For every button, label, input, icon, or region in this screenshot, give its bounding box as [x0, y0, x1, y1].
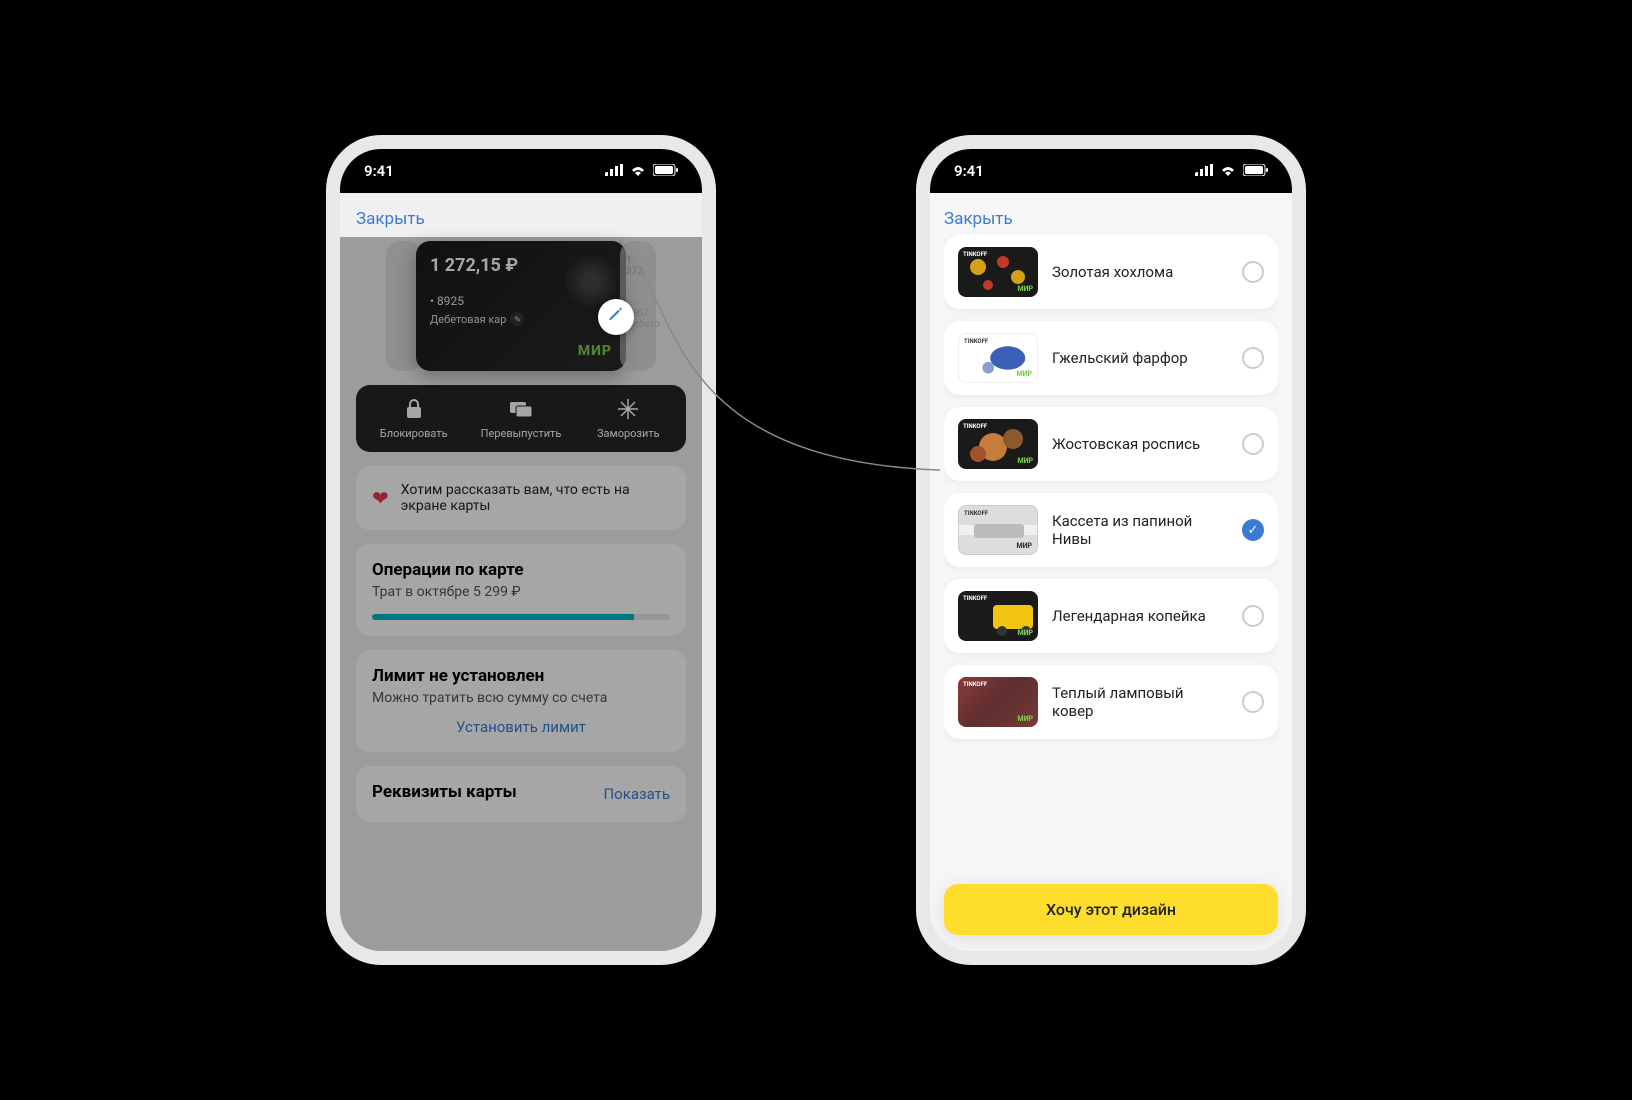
design-label: Золотая хохлома	[1052, 263, 1228, 281]
design-label: Жостовская роспись	[1052, 435, 1228, 453]
radio-unselected-icon[interactable]	[1242, 261, 1264, 283]
spend-progress	[372, 614, 670, 620]
freeze-button[interactable]: Заморозить	[575, 399, 682, 440]
card-detail-screen: Закрыть 1 272,15 ₽ • 8925 Дебетовая кар …	[340, 193, 702, 951]
phone-left: 9:41 Закрыть 1 272,15 ₽ • 8925 Дебетовая	[326, 135, 716, 965]
reissue-label: Перевыпустить	[481, 427, 562, 440]
edit-name-icon[interactable]: ✎	[510, 312, 524, 326]
radio-unselected-icon[interactable]	[1242, 691, 1264, 713]
block-button[interactable]: Блокировать	[360, 399, 467, 440]
details-title: Реквизиты карты	[372, 782, 517, 802]
status-time: 9:41	[954, 162, 984, 180]
radio-selected-icon[interactable]: ✓	[1242, 519, 1264, 541]
heart-icon: ❤	[372, 486, 389, 510]
design-label: Легендарная копейка	[1052, 607, 1228, 625]
set-limit-button[interactable]: Установить лимит	[372, 718, 670, 736]
notch	[431, 149, 611, 179]
design-option-carpet[interactable]: TINKOFFМИР Теплый ламповый ковер	[944, 665, 1278, 739]
card-carousel[interactable]: 1 272,15 ₽ • 8925 Дебетовая кар ✎ МИР 1 …	[356, 241, 686, 371]
design-thumb-icon: TINKOFFМИР	[958, 419, 1038, 469]
freeze-label: Заморозить	[597, 427, 660, 440]
change-design-button[interactable]	[598, 299, 634, 335]
design-option-zhostovo[interactable]: TINKOFFМИР Жостовская роспись	[944, 407, 1278, 481]
design-option-kopeyka[interactable]: TINKOFFМИР Легендарная копейка	[944, 579, 1278, 653]
status-icons	[1195, 162, 1268, 180]
card-details-row: Реквизиты карты Показать	[356, 766, 686, 822]
bank-card[interactable]: 1 272,15 ₽ • 8925 Дебетовая кар ✎ МИР	[416, 241, 626, 371]
design-thumb-icon: TINKOFFМИР	[958, 505, 1038, 555]
design-thumb-icon: TINKOFFМИР	[958, 333, 1038, 383]
design-option-khokhloma[interactable]: TINKOFFМИР Золотая хохлома	[944, 235, 1278, 309]
operations-title: Операции по карте	[372, 560, 670, 580]
radio-unselected-icon[interactable]	[1242, 605, 1264, 627]
show-details-button[interactable]: Показать	[603, 785, 670, 803]
wifi-icon	[1219, 162, 1237, 180]
design-label: Теплый ламповый ковер	[1052, 684, 1228, 720]
design-list[interactable]: TINKOFFМИР Золотая хохлома TINKOFFМИР Гж…	[944, 235, 1278, 951]
phone-right: 9:41 Закрыть TINKOFFМИР Золотая хохлома	[916, 135, 1306, 965]
radio-unselected-icon[interactable]	[1242, 347, 1264, 369]
brush-icon	[607, 306, 625, 328]
design-thumb-icon: TINKOFFМИР	[958, 591, 1038, 641]
apply-design-button[interactable]: Хочу этот дизайн	[944, 884, 1278, 935]
card-last4: • 8925	[430, 294, 612, 308]
design-label: Кассета из папиной Нивы	[1052, 512, 1228, 548]
snowflake-icon	[618, 399, 638, 419]
design-thumb-icon: TINKOFFМИР	[958, 247, 1038, 297]
radio-unselected-icon[interactable]	[1242, 433, 1264, 455]
card-type-label: Дебетовая кар	[430, 313, 506, 326]
block-label: Блокировать	[380, 427, 448, 440]
status-icons	[605, 162, 678, 180]
battery-icon	[1243, 162, 1268, 180]
limit-section: Лимит не установлен Можно тратить всю су…	[356, 650, 686, 752]
notch	[1021, 149, 1201, 179]
design-option-gzhel[interactable]: TINKOFFМИР Гжельский фарфор	[944, 321, 1278, 395]
hint-card[interactable]: ❤ Хотим рассказать вам, что есть на экра…	[356, 466, 686, 530]
design-label: Гжельский фарфор	[1052, 349, 1228, 367]
battery-icon	[653, 162, 678, 180]
close-button[interactable]: Закрыть	[944, 203, 1278, 235]
lock-icon	[405, 399, 423, 419]
close-button[interactable]: Закрыть	[356, 203, 425, 235]
wifi-icon	[629, 162, 647, 180]
spend-progress-fill	[372, 614, 634, 620]
operations-section[interactable]: Операции по карте Трат в октябре 5 299 ₽	[356, 544, 686, 636]
operations-subtitle: Трат в октябре 5 299 ₽	[372, 584, 670, 600]
design-picker-screen: Закрыть TINKOFFМИР Золотая хохлома TINKO…	[930, 193, 1292, 951]
card-type: Дебетовая кар ✎	[430, 312, 612, 326]
status-time: 9:41	[364, 162, 394, 180]
limit-subtitle: Можно тратить всю сумму со счета	[372, 690, 670, 706]
card-actions-row: Блокировать Перевыпустить Заморозить	[356, 385, 686, 452]
design-option-cassette[interactable]: TINKOFFМИР Кассета из папиной Нивы ✓	[944, 493, 1278, 567]
limit-title: Лимит не установлен	[372, 666, 670, 686]
card-reissue-icon	[510, 399, 532, 419]
hint-text: Хотим рассказать вам, что есть на экране…	[401, 482, 670, 514]
design-thumb-icon: TINKOFFМИР	[958, 677, 1038, 727]
mir-logo-icon: МИР	[578, 343, 612, 359]
reissue-button[interactable]: Перевыпустить	[467, 399, 574, 440]
